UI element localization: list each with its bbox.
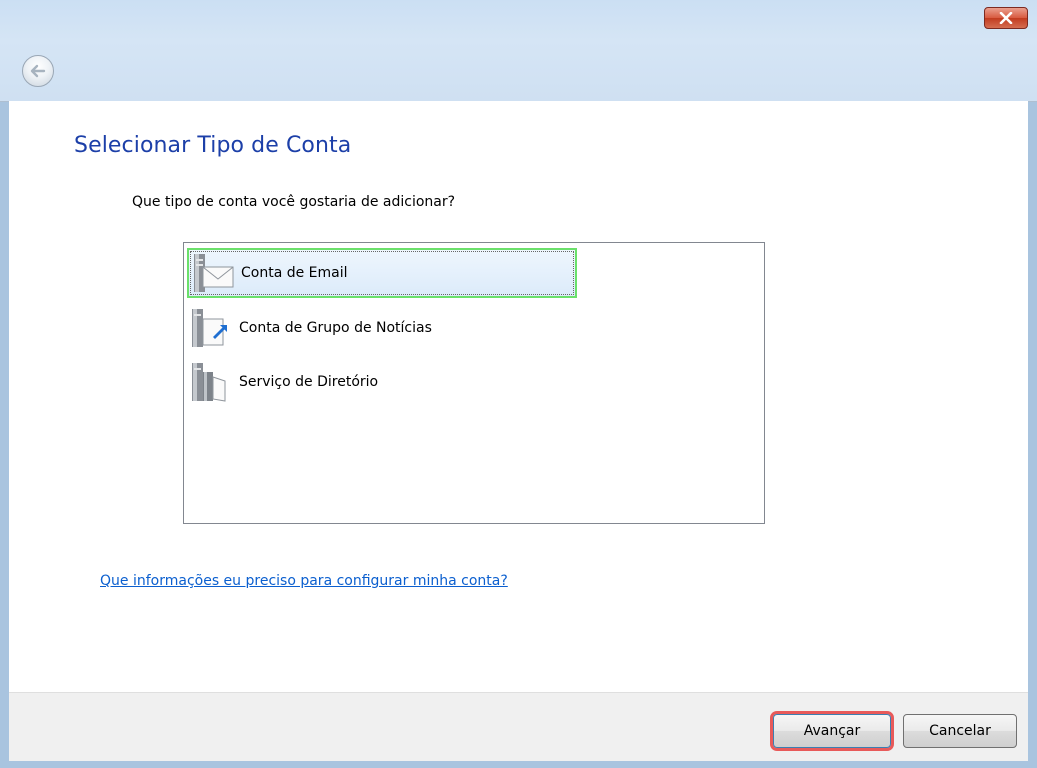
list-item-newsgroup-account[interactable]: Conta de Grupo de Notícias bbox=[187, 303, 577, 353]
cancel-button[interactable]: Cancelar bbox=[903, 714, 1017, 748]
question-label: Que tipo de conta você gostaria de adici… bbox=[132, 194, 456, 210]
page-title: Selecionar Tipo de Conta bbox=[74, 133, 352, 158]
email-account-icon bbox=[194, 254, 234, 292]
list-item-email-account[interactable]: Conta de Email bbox=[187, 248, 577, 298]
close-icon bbox=[999, 12, 1013, 24]
list-item-label: Conta de Email bbox=[241, 265, 348, 281]
list-item-label: Conta de Grupo de Notícias bbox=[239, 320, 432, 336]
directory-service-icon bbox=[192, 363, 226, 402]
footer-bar: Avançar Cancelar bbox=[9, 692, 1028, 761]
next-button[interactable]: Avançar bbox=[773, 714, 891, 748]
account-type-list[interactable]: Conta de Email Conta de Grupo de Notícia… bbox=[183, 242, 765, 524]
newsgroup-account-icon bbox=[192, 309, 227, 347]
wizard-content: Selecionar Tipo de Conta Que tipo de con… bbox=[9, 101, 1028, 692]
back-button[interactable] bbox=[22, 55, 54, 87]
title-bar bbox=[0, 0, 1037, 102]
wizard-window: Selecionar Tipo de Conta Que tipo de con… bbox=[0, 0, 1037, 768]
list-item-directory-service[interactable]: Serviço de Diretório bbox=[187, 357, 577, 407]
back-arrow-icon bbox=[30, 64, 46, 78]
close-button[interactable] bbox=[984, 7, 1028, 29]
list-item-label: Serviço de Diretório bbox=[239, 374, 379, 390]
help-link[interactable]: Que informações eu preciso para configur… bbox=[100, 573, 508, 589]
